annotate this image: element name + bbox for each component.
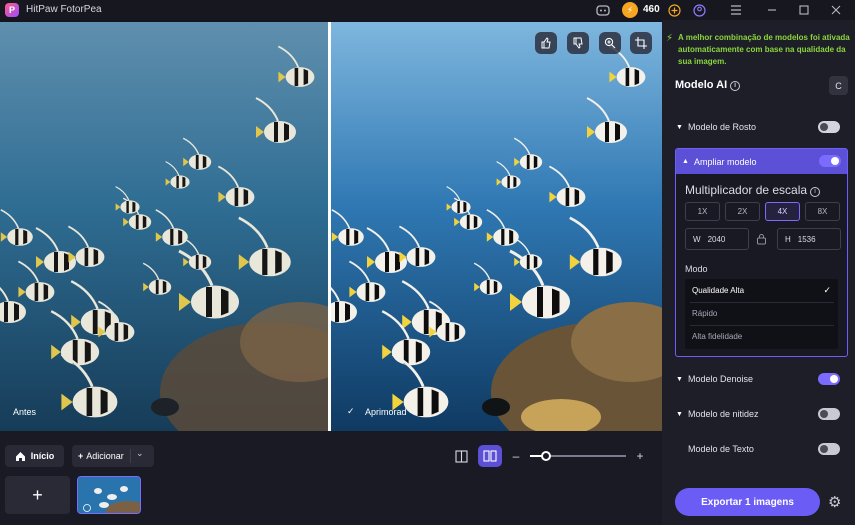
bottom-panel: Início + Adicionar ⌄ – + +	[0, 431, 662, 525]
discord-icon[interactable]	[595, 2, 611, 18]
reset-symbol: C	[835, 80, 842, 91]
height-label: H	[785, 234, 791, 244]
model-label: Modelo de Texto	[688, 444, 754, 454]
caret-down-icon: ▼	[676, 123, 683, 131]
settings-sidebar: ⚡ A melhor combinação de modelos foi ati…	[662, 20, 855, 525]
zoom-in-icon[interactable]: +	[633, 445, 647, 467]
model-row-upscale[interactable]: ▲ Ampliar modelo	[676, 149, 847, 174]
upscale-panel: ▲ Ampliar modelo Multiplicador de escala…	[675, 148, 848, 357]
lightning-icon: ⚡	[666, 33, 674, 44]
info-icon[interactable]: i	[810, 186, 821, 197]
section-title: Modelo AI i	[675, 79, 741, 91]
model-label: Modelo de Rosto	[688, 122, 757, 132]
scale-2x-button[interactable]: 2X	[725, 202, 760, 221]
check-icon: ✓	[823, 285, 831, 295]
denoise-model-toggle[interactable]	[818, 373, 840, 385]
side-by-side-icon[interactable]	[478, 445, 502, 467]
close-icon[interactable]	[828, 2, 844, 18]
add-button[interactable]: + Adicionar ⌄	[72, 445, 154, 467]
model-label: Modelo Denoise	[688, 374, 754, 384]
split-view-icon[interactable]	[452, 445, 470, 467]
mode-option-label: Alta fidelidade	[692, 332, 743, 341]
zoom-slider-thumb[interactable]	[541, 451, 551, 461]
coin-icon[interactable]: ⚡	[622, 2, 638, 18]
model-label: Ampliar modelo	[694, 156, 757, 167]
model-row-text[interactable]: Modelo de Texto	[676, 440, 846, 458]
coin-count: 460	[643, 4, 660, 15]
export-button[interactable]: Exportar 1 imagens	[675, 488, 820, 516]
after-image: ✓ Aprimorad	[331, 22, 662, 431]
auto-model-notice: A melhor combinação de modelos foi ativa…	[678, 33, 850, 66]
zoom-icon[interactable]	[599, 32, 621, 54]
after-label: Aprimorad	[365, 407, 407, 417]
app-logo: P	[5, 3, 19, 17]
text-model-toggle[interactable]	[818, 443, 840, 455]
mode-option[interactable]: Qualidade Alta ✓	[685, 279, 838, 302]
width-field[interactable]: W 2040	[685, 228, 749, 250]
reset-button[interactable]: C	[829, 76, 848, 95]
preview-stage: Antes ✓ Aprimorad	[0, 22, 662, 431]
model-row-face[interactable]: ▼ Modelo de Rosto	[676, 118, 846, 136]
before-label: Antes	[13, 407, 37, 417]
mode-label: Modo	[685, 264, 708, 274]
scale-4x-button[interactable]: 4X	[765, 202, 800, 221]
gear-icon[interactable]: ⚙	[828, 493, 841, 511]
maximize-icon[interactable]	[796, 2, 812, 18]
home-button[interactable]: Início	[5, 445, 64, 467]
height-value: 1536	[797, 234, 816, 244]
check-icon: ✓	[347, 406, 355, 416]
sharpen-model-toggle[interactable]	[818, 408, 840, 420]
upscale-model-toggle[interactable]	[819, 155, 841, 167]
width-value: 2040	[707, 234, 726, 244]
home-icon	[15, 451, 25, 461]
before-image: Antes	[0, 22, 328, 431]
face-model-toggle[interactable]	[818, 121, 840, 133]
add-label: Adicionar	[86, 451, 124, 461]
chevron-down-icon[interactable]: ⌄	[136, 448, 144, 459]
model-label: Modelo de nitidez	[688, 409, 759, 419]
model-row-denoise[interactable]: ▼ Modelo Denoise	[676, 370, 846, 388]
thumbs-down-icon[interactable]	[567, 32, 589, 54]
scale-multiplier-label: Multiplicador de escala i	[685, 183, 821, 197]
caret-down-icon: ▼	[676, 410, 683, 418]
width-label: W	[693, 234, 701, 244]
add-separator	[130, 449, 131, 463]
mode-option-label: Rápido	[692, 309, 718, 318]
scale-1x-button[interactable]: 1X	[685, 202, 720, 221]
height-field[interactable]: H 1536	[777, 228, 841, 250]
thumbs-up-icon[interactable]	[535, 32, 557, 54]
add-image-tile[interactable]: +	[5, 476, 70, 514]
caret-down-icon: ▼	[676, 375, 683, 383]
caret-up-icon: ▲	[682, 158, 689, 165]
mode-option[interactable]: Rápido	[685, 302, 838, 325]
section-title-text: Modelo AI	[675, 79, 728, 91]
plus-icon: +	[78, 451, 84, 461]
crop-icon[interactable]	[630, 32, 652, 54]
title-bar: P HitPaw FotorPea ⚡ 460	[0, 0, 855, 20]
plus-circle-icon[interactable]	[666, 2, 682, 18]
home-label: Início	[30, 451, 55, 461]
mode-option[interactable]: Alta fidelidade	[685, 325, 838, 348]
scale-8x-button[interactable]: 8X	[805, 202, 840, 221]
multiplier-text: Multiplicador de escala	[685, 183, 808, 197]
mode-list: Qualidade Alta ✓ Rápido Alta fidelidade	[685, 279, 838, 349]
app-title: HitPaw FotorPea	[26, 4, 102, 15]
user-icon[interactable]	[691, 2, 707, 18]
info-icon[interactable]: i	[730, 80, 741, 91]
lock-icon[interactable]	[756, 233, 768, 245]
image-thumbnail[interactable]	[77, 476, 141, 514]
model-row-sharpen[interactable]: ▼ Modelo de nitidez	[676, 405, 846, 423]
add-image-symbol: +	[32, 484, 43, 505]
mode-option-label: Qualidade Alta	[692, 286, 745, 295]
zoom-out-icon[interactable]: –	[509, 445, 523, 467]
minimize-icon[interactable]	[764, 2, 780, 18]
menu-icon[interactable]	[728, 2, 744, 18]
